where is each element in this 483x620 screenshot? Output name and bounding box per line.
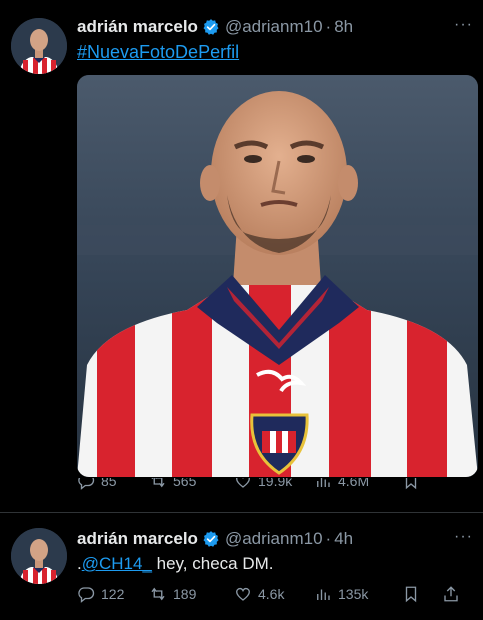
tweet-header: adrián marcelo @adrianm10 · 8h xyxy=(77,16,353,38)
like-button[interactable]: 19.9k xyxy=(234,478,314,490)
bookmark-icon xyxy=(405,586,417,603)
heart-icon xyxy=(235,478,251,488)
avatar[interactable] xyxy=(11,528,67,584)
verified-badge-icon xyxy=(203,19,219,35)
author-name[interactable]: adrián marcelo xyxy=(77,17,198,37)
tweet-timestamp[interactable]: 4h xyxy=(334,529,353,549)
tweet-actions: 122 189 4.6k 135k xyxy=(77,582,477,606)
views-count: 4.6M xyxy=(338,478,370,489)
retweet-icon xyxy=(151,478,165,488)
reply-icon xyxy=(78,478,95,490)
tweet-divider xyxy=(0,512,483,513)
more-dots-icon[interactable]: ··· xyxy=(454,16,473,34)
tweet-actions: 85 565 19.9k 4.6M xyxy=(77,478,477,496)
like-button[interactable]: 4.6k xyxy=(234,585,314,603)
bookmark-icon xyxy=(405,478,417,490)
reply-button[interactable]: 85 xyxy=(77,478,149,490)
more-dots-icon[interactable]: ··· xyxy=(454,528,473,546)
reply-icon xyxy=(78,587,95,603)
tweet-photo[interactable] xyxy=(77,75,478,477)
player-photo xyxy=(77,75,478,477)
retweet-icon xyxy=(151,587,165,601)
tweet-1[interactable]: adrián marcelo @adrianm10 · 8h ··· #Nuev… xyxy=(0,0,483,508)
views-button[interactable]: 135k xyxy=(314,585,402,603)
tweet-header: adrián marcelo @adrianm10 · 4h xyxy=(77,528,353,550)
tweet-text-body: hey, checa DM. xyxy=(151,554,274,573)
like-count: 19.9k xyxy=(258,478,293,489)
like-count: 4.6k xyxy=(258,586,285,602)
retweet-count: 565 xyxy=(173,478,197,489)
tweet-text: .@CH14_ hey, checa DM. xyxy=(77,554,274,574)
mention-link[interactable]: @CH14_ xyxy=(82,554,152,573)
reply-button[interactable]: 122 xyxy=(77,585,149,603)
share-button[interactable] xyxy=(442,585,472,603)
views-chart-icon xyxy=(317,589,330,600)
tweet-2[interactable]: adrián marcelo @adrianm10 · 4h ··· .@CH1… xyxy=(0,518,483,620)
views-button[interactable]: 4.6M xyxy=(314,478,402,490)
retweet-button[interactable]: 189 xyxy=(149,585,234,603)
separator-dot: · xyxy=(325,529,332,548)
retweet-count: 189 xyxy=(173,586,197,602)
retweet-button[interactable]: 565 xyxy=(149,478,234,490)
reply-count: 85 xyxy=(101,478,117,489)
heart-icon xyxy=(235,587,251,601)
views-count: 135k xyxy=(338,586,369,602)
author-name[interactable]: adrián marcelo xyxy=(77,529,198,549)
share-icon xyxy=(444,586,458,602)
separator-dot: · xyxy=(325,17,332,36)
author-handle[interactable]: @adrianm10 xyxy=(225,17,323,37)
reply-count: 122 xyxy=(101,586,125,602)
bookmark-button[interactable] xyxy=(402,478,442,490)
hashtag-link[interactable]: #NuevaFotoDePerfil xyxy=(77,42,239,63)
avatar-image xyxy=(11,18,67,74)
tweet-timestamp[interactable]: 8h xyxy=(334,17,353,37)
author-handle[interactable]: @adrianm10 xyxy=(225,529,323,549)
views-chart-icon xyxy=(317,478,330,487)
verified-badge-icon xyxy=(203,531,219,547)
bookmark-button[interactable] xyxy=(402,585,442,603)
avatar-image xyxy=(11,528,67,584)
avatar[interactable] xyxy=(11,18,67,74)
